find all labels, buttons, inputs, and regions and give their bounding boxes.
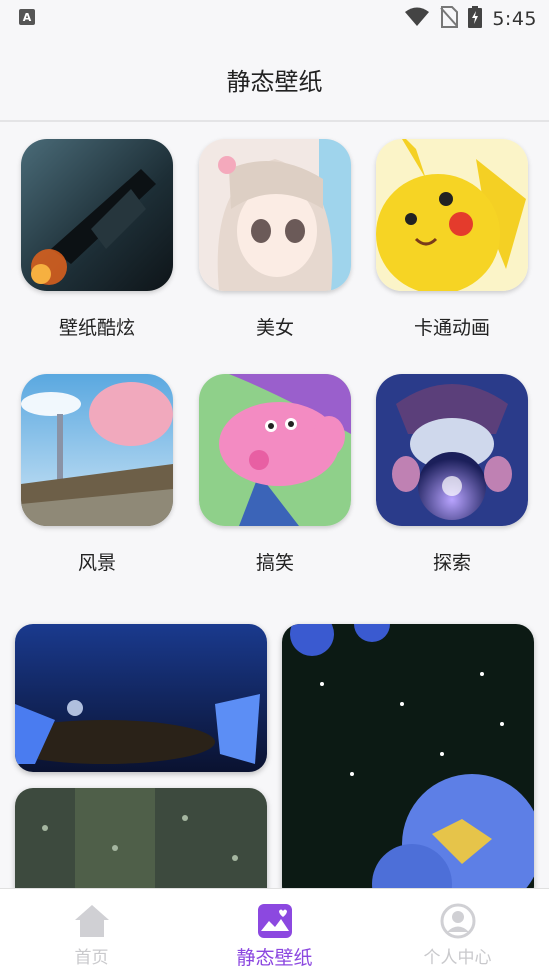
svg-text:A: A [23, 11, 32, 24]
category-item[interactable]: 搞笑 [186, 374, 364, 575]
hydrangea-butterfly-wallpaper[interactable] [282, 624, 534, 890]
image-heart-icon [255, 901, 295, 941]
category-item[interactable]: 风景 [8, 374, 186, 575]
category-item[interactable]: 探索 [363, 374, 541, 575]
peppa-pig-thumbnail [199, 374, 351, 526]
scenery-thumbnail [21, 374, 173, 526]
blue-butterfly-wallpaper[interactable] [15, 624, 267, 772]
accessibility-icon: A [18, 8, 36, 30]
anime-girl-thumbnail [199, 139, 351, 291]
category-label: 探索 [432, 552, 471, 574]
wizard-crystal-ball-thumbnail [376, 374, 528, 526]
status-bar: A 5:45 [0, 0, 549, 38]
status-time: 5:45 [492, 8, 537, 30]
nav-item-static-wallpaper[interactable]: 静态壁纸 [183, 889, 366, 976]
category-label: 卡通动画 [413, 317, 490, 339]
app-header: 静态壁纸 [0, 38, 549, 122]
category-label: 美女 [255, 317, 294, 339]
bottom-nav: 首页 静态壁纸 个人中心 [0, 888, 549, 976]
category-item[interactable]: 壁纸酷炫 [8, 139, 186, 340]
nav-item-profile[interactable]: 个人中心 [366, 889, 549, 976]
page-title: 静态壁纸 [226, 67, 323, 96]
no-sim-icon [440, 6, 459, 32]
pikachu-thumbnail [376, 139, 528, 291]
category-item[interactable]: 美女 [186, 139, 364, 340]
nav-label: 个人中心 [423, 948, 492, 968]
wallpaper-feed [0, 608, 549, 890]
wifi-icon [404, 7, 430, 31]
battery-charging-icon [468, 6, 483, 32]
user-icon [438, 901, 478, 941]
nav-label: 静态壁纸 [236, 947, 313, 969]
category-label: 壁纸酷炫 [58, 317, 135, 339]
category-grid: 壁纸酷炫 美女 卡通动画 风景 搞笑 探索 [0, 124, 549, 594]
rain-drops-wallpaper[interactable] [15, 788, 267, 890]
nav-item-home[interactable]: 首页 [0, 889, 183, 976]
nav-label: 首页 [74, 948, 109, 968]
category-item[interactable]: 卡通动画 [363, 139, 541, 340]
cool-wallpaper-thumbnail [21, 139, 173, 291]
category-label: 风景 [77, 552, 116, 574]
home-icon [72, 901, 112, 941]
category-label: 搞笑 [255, 552, 294, 574]
